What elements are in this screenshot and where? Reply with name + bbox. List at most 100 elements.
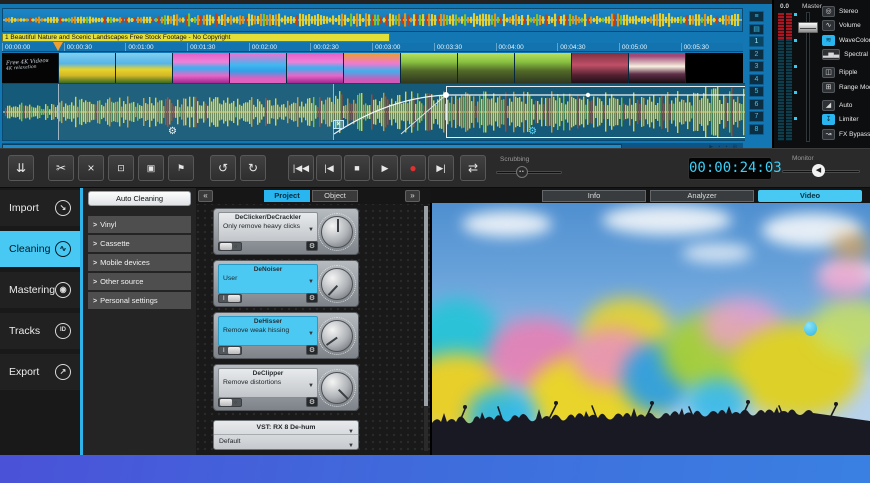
import-icon: ↘ xyxy=(55,200,71,216)
category-mobile-devices[interactable]: >Mobile devices xyxy=(88,254,191,271)
overview-waveform-strip[interactable] xyxy=(2,8,743,32)
duplicate-button[interactable]: ▣ xyxy=(138,155,164,181)
tab-video[interactable]: Video xyxy=(758,190,862,202)
ripple-button[interactable]: ◫Ripple xyxy=(822,67,870,79)
redo-button[interactable]: ↻ xyxy=(240,155,266,181)
cut-button[interactable]: ✂ xyxy=(48,155,74,181)
sidebar-item-export[interactable]: Export ↗ xyxy=(0,354,80,390)
ruler-tick: 00:04:00 xyxy=(496,43,558,51)
tab-info[interactable]: Info xyxy=(542,190,646,202)
track-number-button[interactable]: 5 xyxy=(749,86,764,97)
module-amount-knob[interactable] xyxy=(318,213,356,251)
track-number-button[interactable]: 4 xyxy=(749,74,764,85)
playhead-marker[interactable] xyxy=(53,42,63,51)
track-view-button[interactable]: ▤ xyxy=(749,24,764,35)
track-number-button[interactable]: 6 xyxy=(749,99,764,110)
track-view-button[interactable]: ≡ xyxy=(749,11,764,22)
limiter-button[interactable]: ↧Limiter xyxy=(822,114,870,126)
video-thumbnail xyxy=(572,53,629,83)
dropdown-arrow-icon[interactable]: ▼ xyxy=(308,383,314,389)
track-number-button[interactable]: 2 xyxy=(749,49,764,60)
effects-scrollbar[interactable] xyxy=(424,206,428,451)
scrubbing-slider[interactable] xyxy=(496,171,562,174)
video-preview[interactable] xyxy=(432,203,870,455)
sidebar-item-import[interactable]: Import ↘ xyxy=(0,190,80,226)
track-number-button[interactable]: 1 xyxy=(749,36,764,47)
audio-waveform-track[interactable]: ⚙ ⚙ xyxy=(2,83,770,141)
sidebar-item-mastering[interactable]: Mastering ◉ xyxy=(0,272,80,308)
master-fader-handle[interactable] xyxy=(798,22,818,33)
auto-button[interactable]: ◢Auto xyxy=(822,99,870,111)
dropdown-arrow-icon[interactable]: ▼ xyxy=(308,227,314,233)
timeline-ruler[interactable]: 00:00:00 00:00:30 00:01:00 00:01:30 00:0… xyxy=(2,43,743,52)
marker-flag-button[interactable]: ⚑ xyxy=(168,155,194,181)
dropdown-arrow-icon[interactable]: ▼ xyxy=(308,331,314,337)
track-number-button[interactable]: 3 xyxy=(749,61,764,72)
module-declicker: DeClicker/DeCrackler Only remove heavy c… xyxy=(213,208,359,255)
track-number-button[interactable]: 7 xyxy=(749,111,764,122)
wavecolor-icon: ≋ xyxy=(822,35,835,46)
undo-button[interactable]: ↺ xyxy=(210,155,236,181)
category-cassette[interactable]: >Cassette xyxy=(88,235,191,252)
sidebar-item-tracks[interactable]: Tracks ID xyxy=(0,313,80,349)
tab-project[interactable]: Project xyxy=(264,190,310,202)
range-mode-button[interactable]: ⊞Range Mode xyxy=(822,81,870,93)
ruler-tick: 00:04:30 xyxy=(557,43,619,51)
dropdown-arrow-icon[interactable]: ▼ xyxy=(308,279,314,285)
preview-header: Info Analyzer Video xyxy=(430,188,870,203)
tab-analyzer[interactable]: Analyzer xyxy=(650,190,754,202)
spectral-icon: ▂▅▃ xyxy=(822,49,840,60)
module-amount-knob[interactable] xyxy=(318,265,356,303)
record-button[interactable]: ● xyxy=(400,155,426,181)
spectral-button[interactable]: ▂▅▃Spectral xyxy=(822,49,870,61)
delete-button[interactable]: × xyxy=(78,155,104,181)
collapse-left-button[interactable]: « xyxy=(198,190,213,202)
object-fx-gear-icon[interactable]: ⚙ xyxy=(168,126,177,137)
snapshot-button[interactable]: ⊡ xyxy=(108,155,134,181)
video-thumbnail xyxy=(59,53,116,83)
stop-button[interactable]: ■ xyxy=(344,155,370,181)
module-settings-gear-icon[interactable]: ⚙ xyxy=(306,397,318,407)
module-settings-gear-icon[interactable]: ⚙ xyxy=(306,293,318,303)
crossfade-icon[interactable] xyxy=(333,120,344,129)
expand-right-button[interactable]: » xyxy=(405,190,420,202)
auto-cleaning-button[interactable]: Auto Cleaning xyxy=(88,191,191,206)
video-thumbnail-track[interactable]: Free 4K Videos 4K relaxation xyxy=(2,53,743,83)
category-vinyl[interactable]: >Vinyl xyxy=(88,216,191,233)
module-power-toggle[interactable] xyxy=(218,398,242,407)
monitor-slider-handle[interactable]: ◀ xyxy=(812,164,825,177)
stereo-icon: ◎ xyxy=(822,6,835,17)
skip-to-start-button[interactable]: |◀◀ xyxy=(288,155,314,181)
sidebar-item-cleaning[interactable]: Cleaning ∿ xyxy=(0,231,80,267)
play-button[interactable]: ▶ xyxy=(372,155,398,181)
module-amount-knob[interactable] xyxy=(318,317,356,355)
module-settings-gear-icon[interactable]: ⚙ xyxy=(306,241,318,251)
category-other-source[interactable]: >Other source xyxy=(88,273,191,290)
ruler-tick: 00:03:30 xyxy=(434,43,496,51)
object-fx-gear-icon[interactable]: ⚙ xyxy=(528,126,537,137)
track-number-button[interactable]: 8 xyxy=(749,124,764,135)
module-power-toggle[interactable] xyxy=(218,346,242,355)
module-power-toggle[interactable] xyxy=(218,242,242,251)
scrubbing-label: Scrubbing xyxy=(500,156,529,163)
category-personal-settings[interactable]: >Personal settings xyxy=(88,292,191,309)
fx-bypass-button[interactable]: ↝FX Bypass xyxy=(822,129,870,141)
module-settings-gear-icon[interactable]: ⚙ xyxy=(306,345,318,355)
loop-button[interactable]: ⇄ xyxy=(460,155,486,181)
ruler-tick: 00:05:00 xyxy=(619,43,681,51)
stereo-button[interactable]: ◎Stereo xyxy=(822,5,870,17)
video-thumbnail xyxy=(173,53,230,83)
module-power-toggle[interactable] xyxy=(218,294,242,303)
tracks-id-icon: ID xyxy=(55,323,71,339)
module-amount-knob[interactable] xyxy=(318,369,356,407)
collapse-arranger-button[interactable]: ⇊ xyxy=(8,155,34,181)
wavecolor-button[interactable]: ≋WaveColor xyxy=(822,34,870,46)
dropdown-arrow-icon[interactable]: ▼ xyxy=(348,439,354,453)
chevron-right-icon: > xyxy=(93,298,97,305)
volume-button[interactable]: ∿Volume xyxy=(822,20,870,32)
scrubbing-slider-handle[interactable]: •• xyxy=(516,166,528,178)
volume-envelope[interactable] xyxy=(3,84,769,140)
previous-button[interactable]: |◀ xyxy=(316,155,342,181)
tab-object[interactable]: Object xyxy=(312,190,358,202)
next-button[interactable]: ▶| xyxy=(428,155,454,181)
